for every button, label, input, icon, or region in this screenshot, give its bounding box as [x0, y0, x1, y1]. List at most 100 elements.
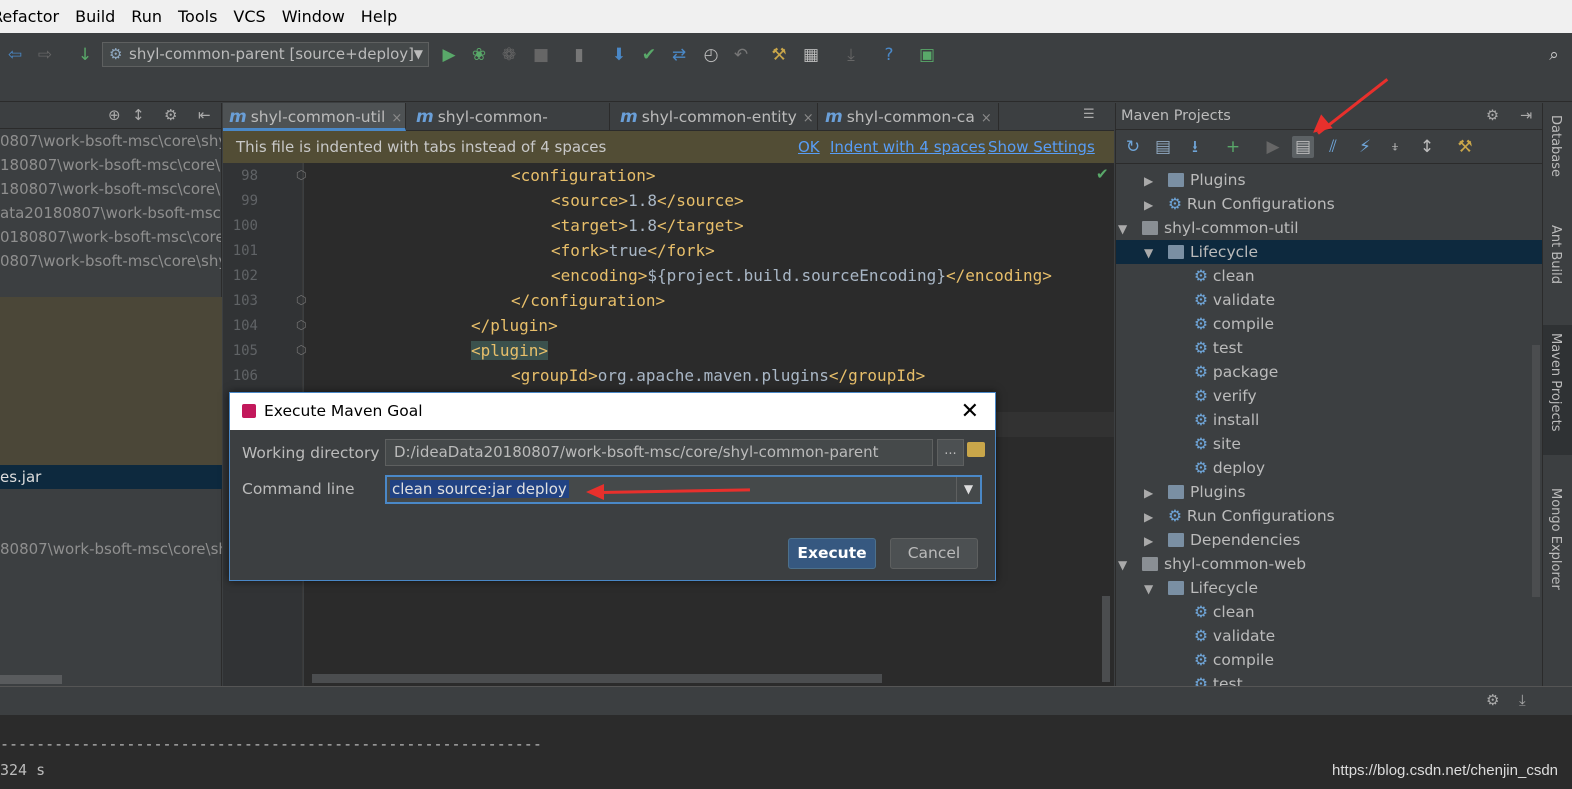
list-item[interactable]: 0807\work-bsoft-msc\core\shyl	[0, 129, 221, 153]
tree-row[interactable]: ▶ Dependencies	[1144, 528, 1300, 552]
list-item[interactable]: ata20180807\work-bsoft-msc\	[0, 201, 221, 225]
run-icon[interactable]: ▶	[1262, 136, 1284, 158]
tab-list-icon[interactable]: ☰	[1083, 107, 1095, 122]
vertical-scrollbar[interactable]	[1102, 596, 1110, 682]
menu-run[interactable]: Run	[131, 7, 162, 26]
vcs-history-icon[interactable]: ◴	[700, 44, 722, 66]
maven-settings-icon[interactable]: ⚒	[1454, 136, 1476, 158]
expand-icon[interactable]: ▶	[1144, 193, 1158, 217]
close-icon[interactable]: ×	[803, 111, 814, 126]
tree-row[interactable]: ⚙ clean	[1194, 600, 1255, 624]
gear-icon[interactable]: ⚙	[164, 106, 177, 124]
show-settings-link[interactable]: Show Settings	[988, 131, 1095, 163]
expand-icon[interactable]: ▼	[1118, 217, 1132, 241]
expand-icon[interactable]: ▶	[1144, 169, 1158, 193]
close-icon[interactable]: ✕	[961, 393, 979, 430]
search-icon[interactable]: ⌕	[1543, 44, 1565, 66]
hide-icon[interactable]: ⇤	[198, 106, 211, 124]
project-structure-icon[interactable]: ▦	[800, 44, 822, 66]
execute-button[interactable]: Execute	[788, 538, 876, 569]
list-item[interactable]: 180807\work-bsoft-msc\core\	[0, 153, 221, 177]
tree-row[interactable]: ▼ shyl-common-web	[1118, 552, 1306, 576]
tree-row[interactable]: ⚙ package	[1194, 360, 1278, 384]
tree-row[interactable]: ⚙ compile	[1194, 312, 1274, 336]
back-icon[interactable]: ⇦	[4, 44, 26, 66]
list-item[interactable]: 180807\work-bsoft-msc\core\	[0, 177, 221, 201]
add-icon[interactable]: +	[1222, 136, 1244, 158]
revert-icon[interactable]: ↶	[730, 44, 752, 66]
expand-icon[interactable]: ▶	[1144, 505, 1158, 529]
expand-icon[interactable]: ▼	[1144, 241, 1158, 265]
expand-icon[interactable]: ▼	[1144, 577, 1158, 601]
build-artifact-icon[interactable]: ▮	[568, 44, 590, 66]
tab-ant-build[interactable]: Ant Build	[1548, 225, 1563, 284]
selected-list-item[interactable]: es.jar	[0, 465, 222, 489]
tree-row[interactable]: ⚙ install	[1194, 408, 1259, 432]
list-item[interactable]: 80807\work-bsoft-msc\core\sh	[0, 537, 222, 561]
gear-icon[interactable]: ⚙	[1486, 103, 1499, 130]
refresh-icon[interactable]: ↻	[1122, 136, 1144, 158]
gear-icon[interactable]: ⚙	[1486, 691, 1499, 709]
collapse-all-icon[interactable]: ↕	[1416, 136, 1438, 158]
menu-vcs[interactable]: VCS	[233, 7, 265, 26]
browse-button[interactable]: ...	[937, 439, 964, 466]
tab-database[interactable]: Database	[1548, 115, 1563, 177]
menu-refactor[interactable]: Refactor	[0, 7, 59, 26]
indent-link[interactable]: Indent with 4 spaces	[830, 131, 986, 163]
generate-sources-icon[interactable]: ▤	[1152, 136, 1174, 158]
execute-goal-icon[interactable]: ▤	[1292, 136, 1314, 158]
tree-row[interactable]: ⚙ site	[1194, 432, 1241, 456]
plugin-icon[interactable]: ▣	[916, 44, 938, 66]
folder-icon[interactable]	[967, 442, 985, 457]
expand-icon[interactable]: ▶	[1144, 529, 1158, 553]
tree-row[interactable]: ▶ ⚙ Run Configurations	[1144, 192, 1335, 216]
hide-icon[interactable]: ⤓	[1519, 691, 1526, 709]
chevron-down-icon[interactable]: ▼	[956, 477, 980, 502]
tree-row[interactable]: ⚙ compile	[1194, 648, 1274, 672]
hide-icon[interactable]: ⇥	[1520, 103, 1532, 130]
tree-row[interactable]: ▶ Plugins	[1144, 168, 1246, 192]
forward-icon[interactable]: ⇨	[34, 44, 56, 66]
tree-row[interactable]: ▼ Lifecycle	[1144, 240, 1258, 264]
tree-row[interactable]: ▼ shyl-common-util	[1118, 216, 1299, 240]
fold-icon[interactable]: ⬡	[296, 293, 306, 307]
tree-row[interactable]: ▶ Plugins	[1144, 480, 1246, 504]
tree-row[interactable]: ⚙ clean	[1194, 264, 1255, 288]
fold-icon[interactable]: ⬡	[296, 318, 306, 332]
menu-tools[interactable]: Tools	[178, 7, 217, 26]
locate-icon[interactable]: ⊕	[108, 106, 121, 124]
collapse-icon[interactable]: ↕	[132, 106, 145, 124]
close-icon[interactable]: ×	[391, 111, 402, 126]
help-icon[interactable]: ?	[878, 44, 900, 66]
fold-icon[interactable]: ⬡	[296, 343, 306, 357]
tab-maven-projects[interactable]: Maven Projects	[1548, 333, 1563, 432]
working-directory-field[interactable]: D:/ideaData20180807/work-bsoft-msc/core/…	[385, 439, 933, 466]
tab-shyl-common-util[interactable]: m shyl-common-util ×	[223, 103, 406, 131]
skip-tests-icon[interactable]: ⚡	[1354, 136, 1376, 158]
tree-row[interactable]: ▼ Lifecycle	[1144, 576, 1258, 600]
menu-help[interactable]: Help	[361, 7, 397, 26]
tab-mongo-explorer[interactable]: Mongo Explorer	[1548, 488, 1563, 590]
run-icon[interactable]: ▶	[438, 44, 460, 66]
tree-row[interactable]: ▶ ⚙ Run Configurations	[1144, 504, 1335, 528]
settings-icon[interactable]: ⚒	[768, 44, 790, 66]
menu-build[interactable]: Build	[75, 7, 115, 26]
tab-shyl-common-cache[interactable]: mshyl-common-cache×	[410, 103, 610, 154]
cancel-button[interactable]: Cancel	[890, 538, 978, 569]
vcs-commit-icon[interactable]: ✔	[638, 44, 660, 66]
list-item[interactable]: 0807\work-bsoft-msc\core\shy	[0, 249, 221, 273]
vcs-update-icon[interactable]: ⬇	[608, 44, 630, 66]
tree-row[interactable]: ⚙ test	[1194, 336, 1243, 360]
vcs-compare-icon[interactable]: ⇄	[668, 44, 690, 66]
tree-row[interactable]: ⚙ deploy	[1194, 456, 1265, 480]
expand-icon[interactable]: ▼	[1118, 553, 1132, 577]
tree-row[interactable]: ⚙ validate	[1194, 624, 1275, 648]
horizontal-scrollbar[interactable]	[0, 675, 62, 684]
run-configuration-select[interactable]: ⚙ shyl-common-parent [source+deploy] ▼	[102, 42, 429, 67]
expand-icon[interactable]: ▶	[1144, 481, 1158, 505]
ok-link[interactable]: OK	[798, 131, 820, 163]
toggle-offline-icon[interactable]: ⫽	[1322, 136, 1344, 158]
menu-window[interactable]: Window	[282, 7, 345, 26]
horizontal-scrollbar[interactable]	[312, 674, 882, 683]
debug-icon[interactable]: ❀	[468, 44, 490, 66]
